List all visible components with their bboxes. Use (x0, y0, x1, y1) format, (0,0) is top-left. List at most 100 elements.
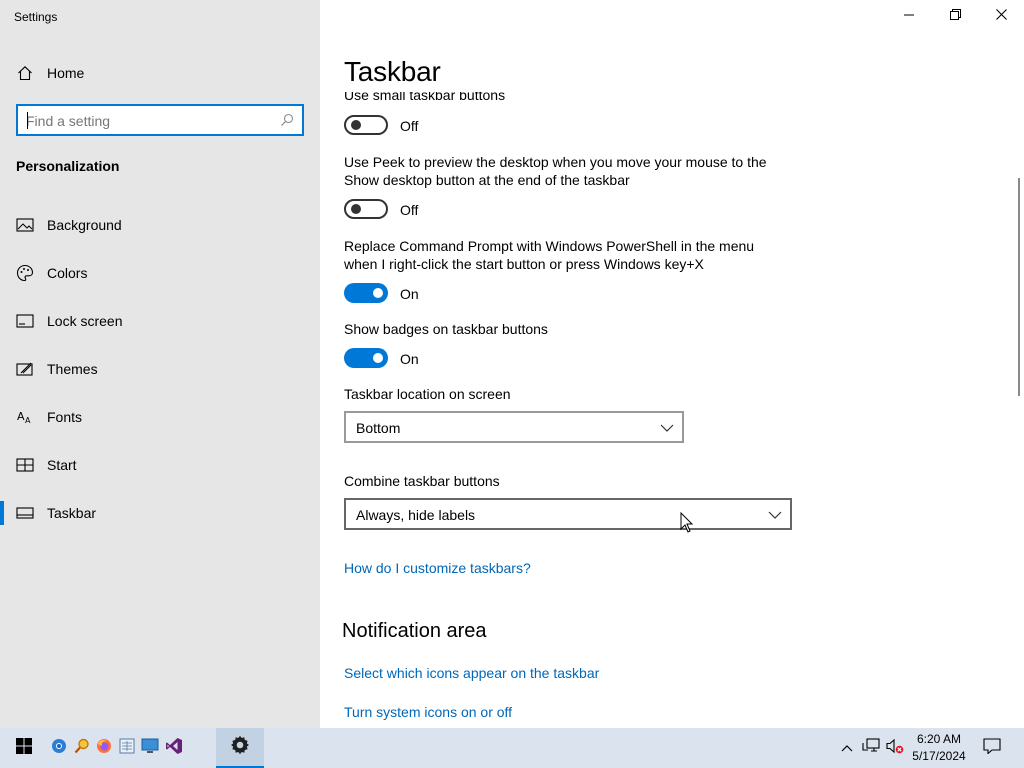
setting-label-peek: Use Peek to preview the desktop when you… (344, 154, 767, 188)
taskbar-network-app[interactable] (116, 728, 138, 768)
firefox-icon (96, 738, 112, 759)
mouse-cursor-icon (680, 511, 694, 534)
sidebar-home-label: Home (47, 65, 85, 81)
search-magnifier-icon (74, 738, 90, 759)
clock-date: 5/17/2024 (912, 749, 966, 763)
toggle-knob (351, 204, 361, 214)
combine-buttons-dropdown[interactable]: Always, hide labels (344, 498, 792, 530)
toggle-powershell[interactable] (344, 283, 388, 303)
taskbar-location-label: Taskbar location on screen (344, 386, 511, 402)
taskbar-firefox[interactable] (93, 728, 115, 768)
sidebar-item-lock-screen[interactable]: Lock screen (0, 301, 320, 341)
chevron-down-icon (768, 508, 782, 520)
sidebar-home[interactable]: Home (0, 57, 320, 89)
palette-icon (16, 264, 34, 282)
home-icon (16, 64, 34, 82)
search-input[interactable] (26, 112, 276, 130)
fonts-icon: AA (16, 408, 34, 426)
minimize-icon (904, 7, 914, 25)
clock-time: 6:20 AM (916, 732, 962, 746)
sidebar-item-label: Fonts (47, 409, 83, 425)
svg-text:A: A (25, 416, 31, 425)
show-hidden-icons-button[interactable] (838, 728, 856, 768)
toggle-state-label: Off (400, 202, 419, 218)
sidebar: Settings Home Personalization Background (0, 0, 320, 728)
toggle-knob (373, 288, 383, 298)
dropdown-value: Always, hide labels (356, 507, 476, 523)
toggle-peek[interactable] (344, 199, 388, 219)
chrome-icon (51, 738, 67, 759)
network-icon (862, 737, 880, 759)
close-button[interactable] (978, 0, 1024, 32)
taskbar-visual-studio[interactable] (162, 728, 186, 768)
sidebar-item-label: Themes (47, 361, 98, 377)
notification-icon (983, 737, 1001, 759)
search-icon[interactable] (280, 113, 294, 127)
restore-icon (949, 7, 961, 25)
sidebar-item-label: Background (47, 217, 122, 233)
show-hidden-icons-icon (841, 739, 853, 757)
sidebar-item-label: Start (47, 457, 77, 473)
settings-content: Use small taskbar buttons Off Use Peek t… (320, 92, 1010, 728)
network-map-icon (119, 738, 135, 759)
taskbar-search-tool[interactable] (71, 728, 93, 768)
svg-text:A: A (17, 410, 25, 423)
dropdown-value: Bottom (356, 420, 401, 436)
toggle-knob (351, 120, 361, 130)
sidebar-item-label: Colors (47, 265, 88, 281)
taskbar: 6:20 AM 5/17/2024 (0, 728, 1024, 768)
select-icons-link[interactable]: Select which icons appear on the taskbar (344, 665, 599, 681)
taskbar-clock[interactable]: 6:20 AM 5/17/2024 (908, 731, 970, 765)
search-box[interactable] (16, 104, 304, 136)
settings-window: Settings Home Personalization Background (0, 0, 1024, 768)
sidebar-item-start[interactable]: Start (0, 445, 320, 485)
picture-icon (16, 216, 34, 234)
taskbar-icon (16, 504, 34, 522)
page-title: Taskbar (344, 56, 441, 87)
settings-gear-icon (230, 735, 250, 760)
network-tray-button[interactable] (860, 728, 882, 768)
scrollbar[interactable] (1018, 178, 1020, 396)
toggle-state-label: On (400, 286, 419, 302)
taskbar-settings[interactable] (216, 728, 264, 768)
windows-start-icon (16, 737, 32, 759)
close-icon (995, 7, 1007, 25)
toggle-small-buttons[interactable] (344, 115, 388, 135)
volume-muted-icon (886, 738, 904, 759)
volume-tray-button[interactable] (884, 728, 906, 768)
text-caret (27, 112, 28, 129)
toggle-state-label: Off (400, 118, 419, 134)
toggle-knob (373, 353, 383, 363)
setting-label-powershell: Replace Command Prompt with Windows Powe… (344, 238, 755, 272)
system-icons-link[interactable]: Turn system icons on or off (344, 704, 512, 720)
toggle-badges[interactable] (344, 348, 388, 368)
notification-area-heading: Notification area (342, 620, 487, 642)
taskbar-location-dropdown[interactable]: Bottom (344, 411, 684, 443)
combine-buttons-label: Combine taskbar buttons (344, 473, 500, 489)
lock-screen-icon (16, 312, 34, 330)
themes-icon (16, 360, 34, 378)
window-title: Settings (14, 10, 58, 24)
sidebar-item-background[interactable]: Background (0, 205, 320, 245)
visual-studio-icon (165, 737, 183, 760)
remote-desktop-icon (141, 738, 159, 759)
customize-taskbars-link[interactable]: How do I customize taskbars? (344, 560, 531, 576)
sidebar-item-label: Lock screen (47, 313, 123, 329)
action-center-button[interactable] (976, 728, 1008, 768)
setting-label-small-buttons: Use small taskbar buttons (344, 92, 506, 103)
section-heading: Personalization (16, 158, 120, 174)
restore-button[interactable] (932, 0, 978, 32)
sidebar-item-colors[interactable]: Colors (0, 253, 320, 293)
start-icon (16, 456, 34, 474)
sidebar-item-taskbar[interactable]: Taskbar (0, 493, 320, 533)
toggle-state-label: On (400, 351, 419, 367)
chevron-down-icon (660, 421, 674, 433)
setting-label-badges: Show badges on taskbar buttons (344, 321, 548, 337)
sidebar-item-fonts[interactable]: AA Fonts (0, 397, 320, 437)
minimize-button[interactable] (886, 0, 932, 32)
sidebar-item-themes[interactable]: Themes (0, 349, 320, 389)
taskbar-chrome[interactable] (48, 728, 70, 768)
sidebar-item-label: Taskbar (47, 505, 97, 521)
start-button[interactable] (0, 728, 48, 768)
taskbar-remote-desktop[interactable] (139, 728, 161, 768)
